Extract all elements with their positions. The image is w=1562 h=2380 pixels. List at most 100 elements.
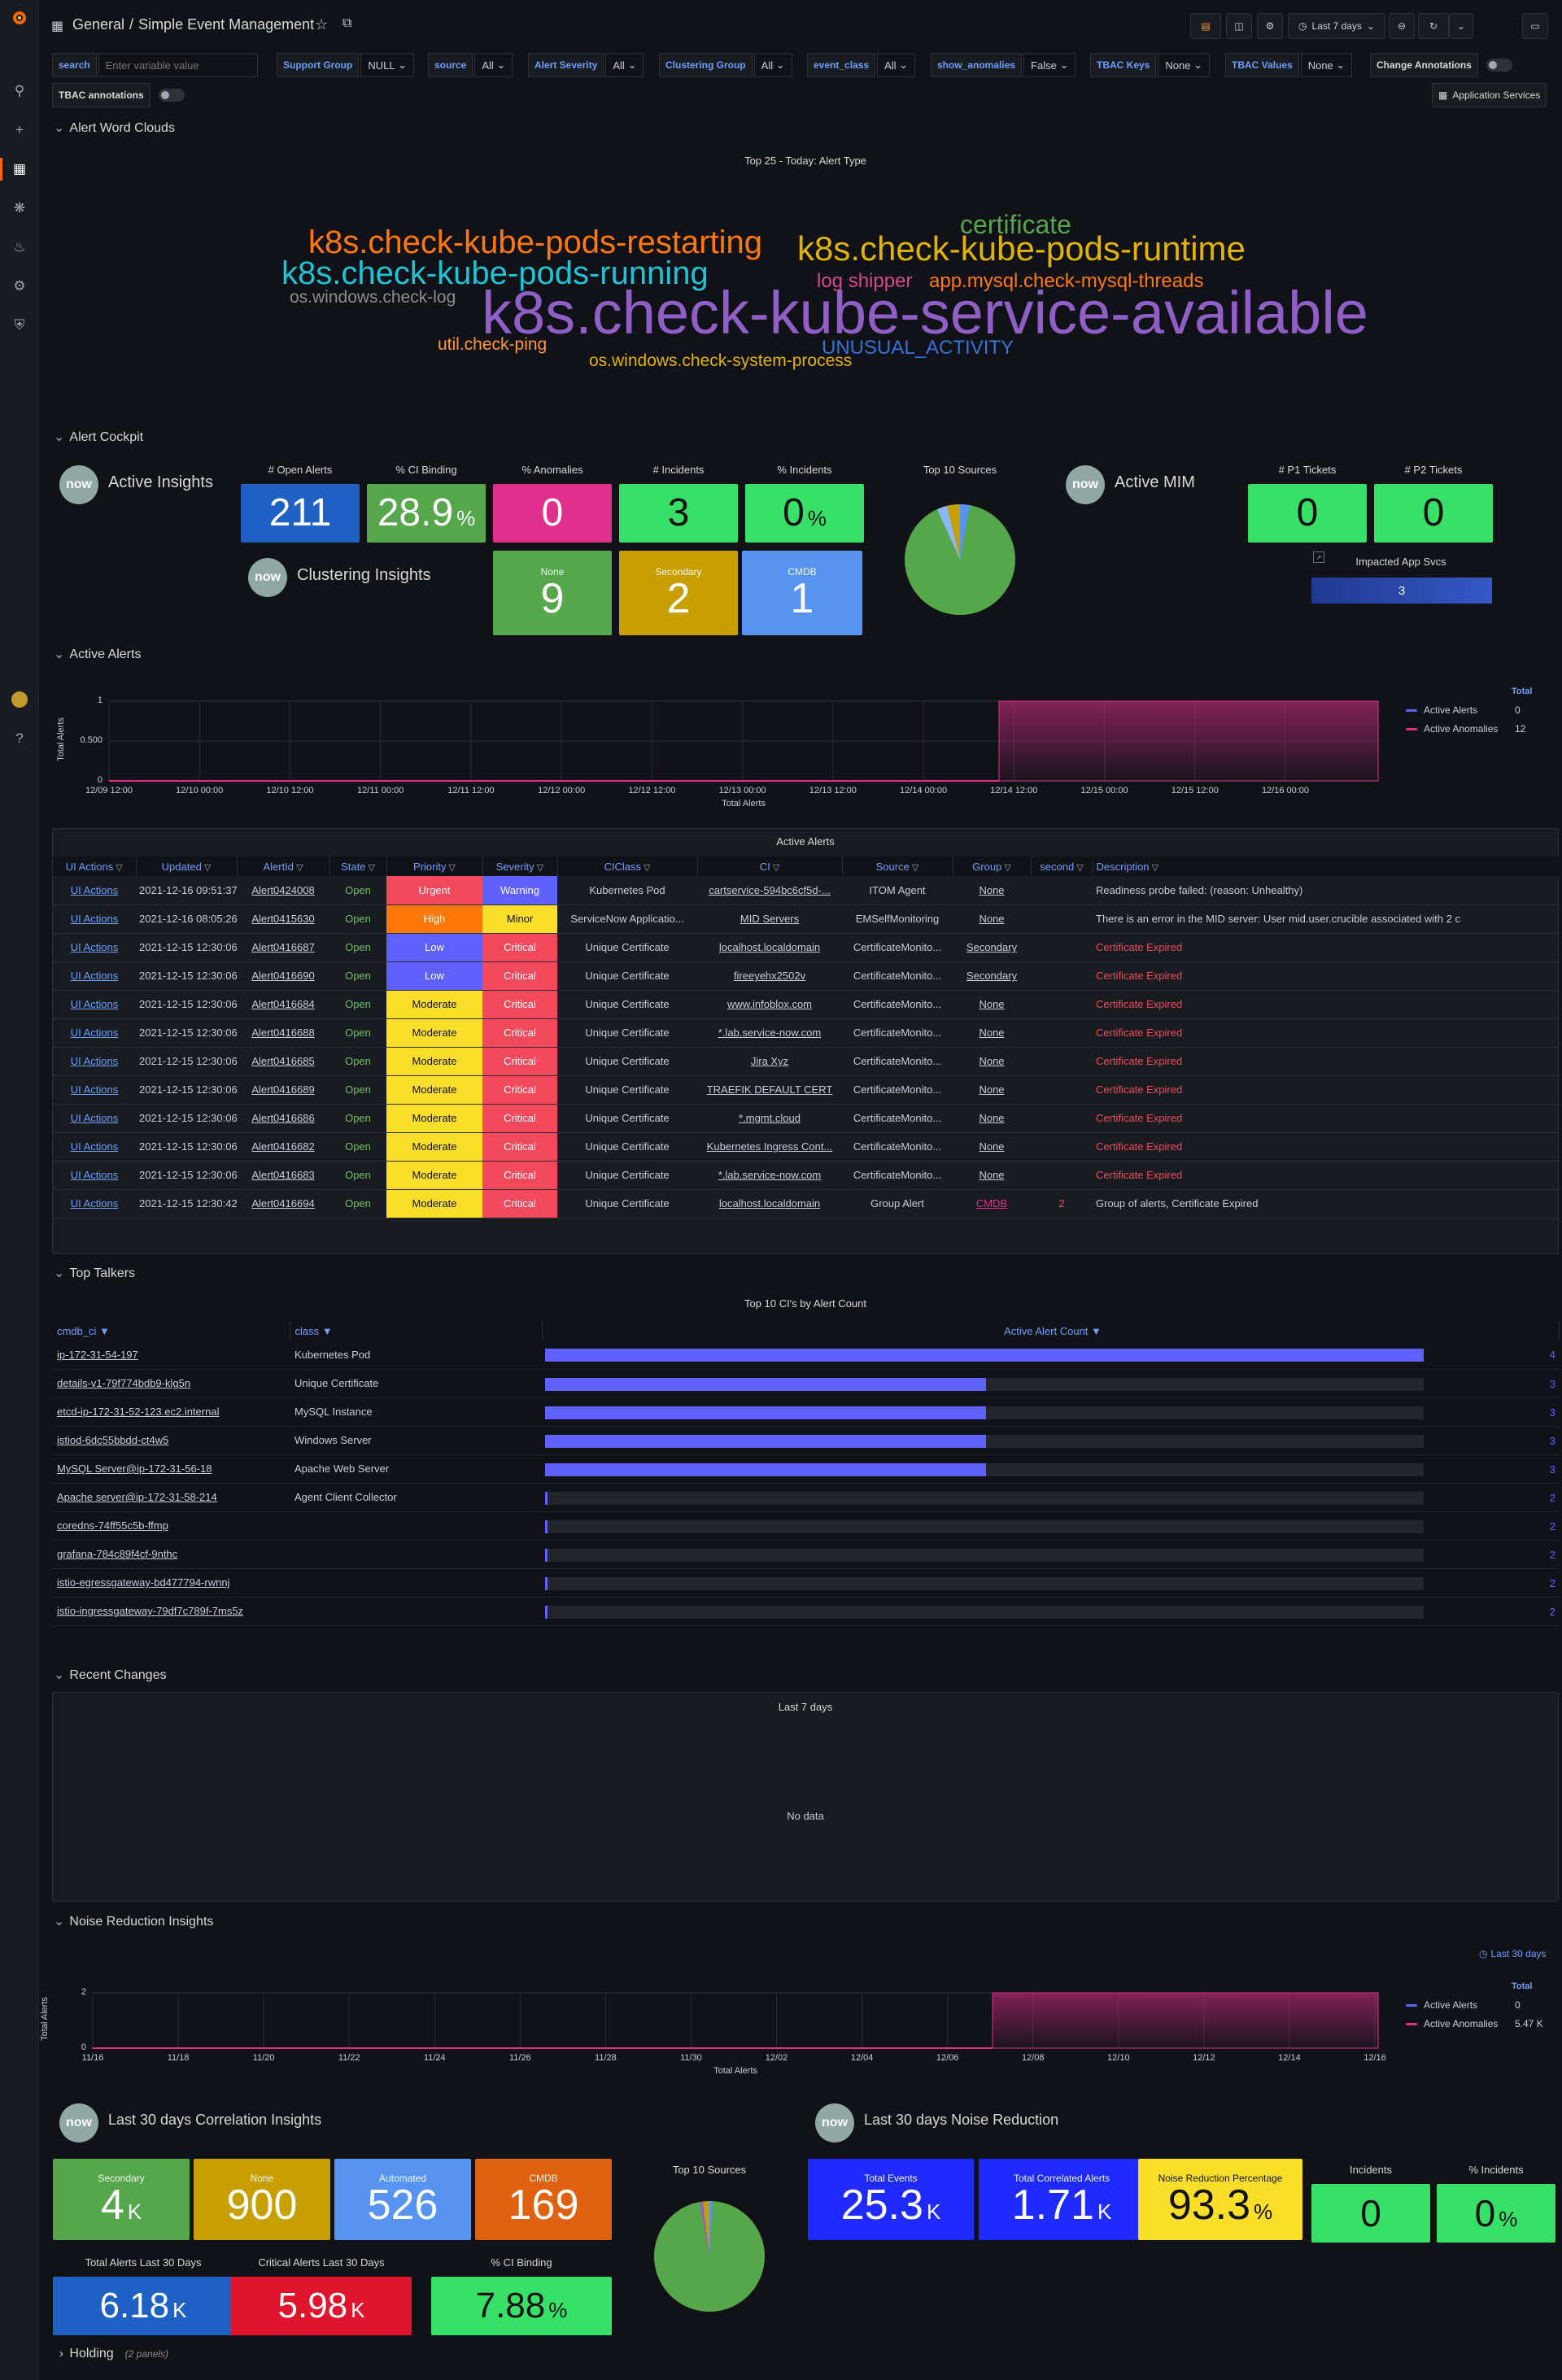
ui-actions-link[interactable]: UI Actions [71, 1140, 119, 1153]
filter-icon[interactable]: ▽ [294, 863, 303, 873]
table-row[interactable]: grafana-784c89f4cf-9nthc 2 [52, 1540, 1559, 1569]
row-word-clouds[interactable]: ⌄ Alert Word Clouds [54, 120, 175, 136]
help-icon[interactable]: ? [10, 729, 29, 748]
table-row[interactable]: ip-172-31-54-197 Kubernetes Pod 4 [52, 1340, 1559, 1370]
column-header[interactable]: Source ▽ [842, 857, 953, 876]
alert-id-link[interactable]: Alert0416685 [251, 1055, 314, 1067]
word[interactable]: os.windows.check-log [290, 288, 456, 307]
ci-link[interactable]: Jira Xyz [751, 1055, 788, 1067]
var-tbac-values[interactable]: TBAC Values None ⌄ [1225, 53, 1353, 77]
stat-panel[interactable]: Noise Reduction Percentage 93.3% [1138, 2159, 1302, 2240]
column-header[interactable]: Priority ▽ [386, 857, 483, 876]
alert-id-link[interactable]: Alert0416682 [251, 1140, 314, 1153]
ui-actions-link[interactable]: UI Actions [71, 970, 119, 982]
table-row[interactable]: coredns-74ff55c5b-ffmp 2 [52, 1511, 1559, 1541]
stat-panel[interactable]: None 9 [493, 551, 612, 635]
table-row[interactable]: UI Actions 2021-12-15 12:30:06.000 Alert04… [53, 990, 1560, 1019]
ci-link[interactable]: istio-egressgateway-bd477794-rwnnj [57, 1576, 229, 1589]
filter-icon[interactable]: ▽ [1150, 863, 1158, 873]
column-header[interactable]: cmdb_ci ▼ [52, 1321, 290, 1340]
star-icon[interactable]: ☆ [315, 16, 328, 33]
filter-icon[interactable]: ▽ [641, 863, 650, 873]
stat-panel[interactable]: Automated 526 [334, 2159, 471, 2240]
filter-icon[interactable]: ▽ [113, 863, 122, 873]
word[interactable]: util.check-ping [438, 335, 547, 355]
row-noise-reduction[interactable]: ⌄ Noise Reduction Insights [54, 1913, 213, 1929]
row-alert-cockpit[interactable]: ⌄ Alert Cockpit [54, 429, 143, 445]
word[interactable]: certificate [960, 210, 1071, 240]
stat-panel[interactable]: Secondary 4 K [53, 2159, 190, 2240]
anomalies-area[interactable] [992, 1992, 1379, 2049]
column-header[interactable]: AlertId ▽ [237, 857, 330, 876]
legend-item[interactable]: Active Alerts 0 [1406, 704, 1552, 716]
filter-icon[interactable]: ▽ [534, 863, 543, 873]
stat-panel[interactable]: 6.18 K [53, 2277, 233, 2335]
group-link[interactable]: None [979, 1083, 1004, 1096]
filter-icon[interactable]: ▽ [770, 863, 779, 873]
column-header[interactable]: Severity ▽ [482, 857, 558, 876]
ui-actions-link[interactable]: UI Actions [71, 941, 119, 953]
group-link[interactable]: None [979, 1169, 1004, 1181]
table-row[interactable]: Apache server@ip-172-31-58-214 Agent Clie… [52, 1483, 1559, 1512]
grafana-logo-icon[interactable] [10, 8, 29, 28]
var-change-annotations[interactable]: Change Annotations [1370, 53, 1512, 77]
ui-actions-link[interactable]: UI Actions [71, 1083, 119, 1096]
legend-item[interactable]: Active Alerts 0 [1406, 1999, 1552, 2011]
var-value[interactable]: All ⌄ [474, 53, 513, 77]
stat-panel[interactable]: Total Events 25.3 K [808, 2159, 974, 2240]
stat-panel[interactable]: 5.98 K [231, 2277, 412, 2335]
ui-actions-link[interactable]: UI Actions [71, 1169, 119, 1181]
filter-icon[interactable]: ▼ [1091, 1325, 1102, 1337]
row-holding[interactable]: ⌄ Holding (2 panels) [53, 2346, 168, 2362]
ui-actions-link[interactable]: UI Actions [71, 998, 119, 1010]
bell-icon[interactable]: ♨ [10, 238, 29, 257]
row-top-talkers[interactable]: ⌄ Top Talkers [54, 1265, 135, 1281]
row-active-alerts[interactable]: ⌄ Active Alerts [54, 646, 141, 662]
column-header[interactable]: Description ▽ [1093, 857, 1560, 876]
ui-actions-link[interactable]: UI Actions [71, 1055, 119, 1067]
ci-link[interactable]: www.infoblox.com [727, 998, 812, 1010]
settings-icon[interactable]: ⚙ [1257, 13, 1283, 39]
save-icon[interactable]: ◫ [1226, 13, 1252, 39]
stat-panel[interactable]: 0 [1248, 484, 1367, 543]
var-value[interactable]: None ⌄ [1158, 53, 1210, 77]
filter-icon[interactable]: ▽ [1001, 863, 1010, 873]
group-link[interactable]: None [979, 1055, 1004, 1067]
filter-icon[interactable]: ▽ [202, 863, 211, 873]
gear-icon[interactable]: ⚙ [10, 277, 29, 296]
shield-icon[interactable]: ⛨ [10, 316, 29, 335]
ui-actions-link[interactable]: UI Actions [71, 884, 119, 896]
row-recent-changes[interactable]: ⌄ Recent Changes [54, 1667, 167, 1683]
table-row[interactable]: UI Actions 2021-12-15 12:30:06.000 Alert04… [53, 961, 1560, 991]
column-header[interactable]: CI ▽ [697, 857, 843, 876]
group-link[interactable]: None [979, 884, 1004, 896]
change-annotations-toggle[interactable] [1486, 59, 1512, 72]
alert-id-link[interactable]: Alert0416694 [251, 1197, 314, 1210]
ci-link[interactable]: MySQL Server@ip-172-31-56-18 [57, 1462, 212, 1475]
ci-link[interactable]: details-v1-79f774bdb9-klg5n [57, 1377, 190, 1389]
column-header[interactable]: State ▽ [329, 857, 387, 876]
table-row[interactable]: UI Actions 2021-12-15 12:30:06.000 Alert04… [53, 1161, 1560, 1190]
ui-actions-link[interactable]: UI Actions [71, 913, 119, 925]
ci-link[interactable]: localhost.localdomain [719, 941, 820, 953]
var-value[interactable]: False ⌄ [1023, 53, 1076, 77]
stat-panel[interactable]: None 900 [194, 2159, 330, 2240]
group-link[interactable]: Secondary [966, 941, 1017, 953]
table-row[interactable]: UI Actions 2021-12-15 12:30:06.000 Alert04… [53, 1047, 1560, 1076]
ci-link[interactable]: TRAEFIK DEFAULT CERT [707, 1083, 833, 1096]
table-row[interactable]: UI Actions 2021-12-16 08:05:26.000 Alert04… [53, 904, 1560, 934]
column-header[interactable]: Updated ▽ [136, 857, 238, 876]
stat-panel[interactable]: 28.9% [367, 484, 486, 543]
column-header[interactable]: Active Alert Count ▼ [542, 1321, 1560, 1340]
ci-link[interactable]: fireeyehx2502v [734, 970, 805, 982]
table-row[interactable]: details-v1-79f774bdb9-klg5n Unique Certif… [52, 1369, 1559, 1398]
table-row[interactable]: UI Actions 2021-12-15 12:30:06.000 Alert04… [53, 1104, 1560, 1133]
alert-id-link[interactable]: Alert0424008 [251, 884, 314, 896]
column-header[interactable]: CIClass ▽ [557, 857, 698, 876]
table-row[interactable]: istio-egressgateway-bd477794-rwnnj 2 [52, 1568, 1559, 1598]
var-value[interactable]: All ⌄ [877, 53, 916, 77]
group-link[interactable]: None [979, 1140, 1004, 1153]
ci-link[interactable]: grafana-784c89f4cf-9nthc [57, 1548, 177, 1560]
ci-link[interactable]: etcd-ip-172-31-52-123.ec2.internal [57, 1406, 219, 1418]
alert-id-link[interactable]: Alert0416688 [251, 1027, 314, 1039]
